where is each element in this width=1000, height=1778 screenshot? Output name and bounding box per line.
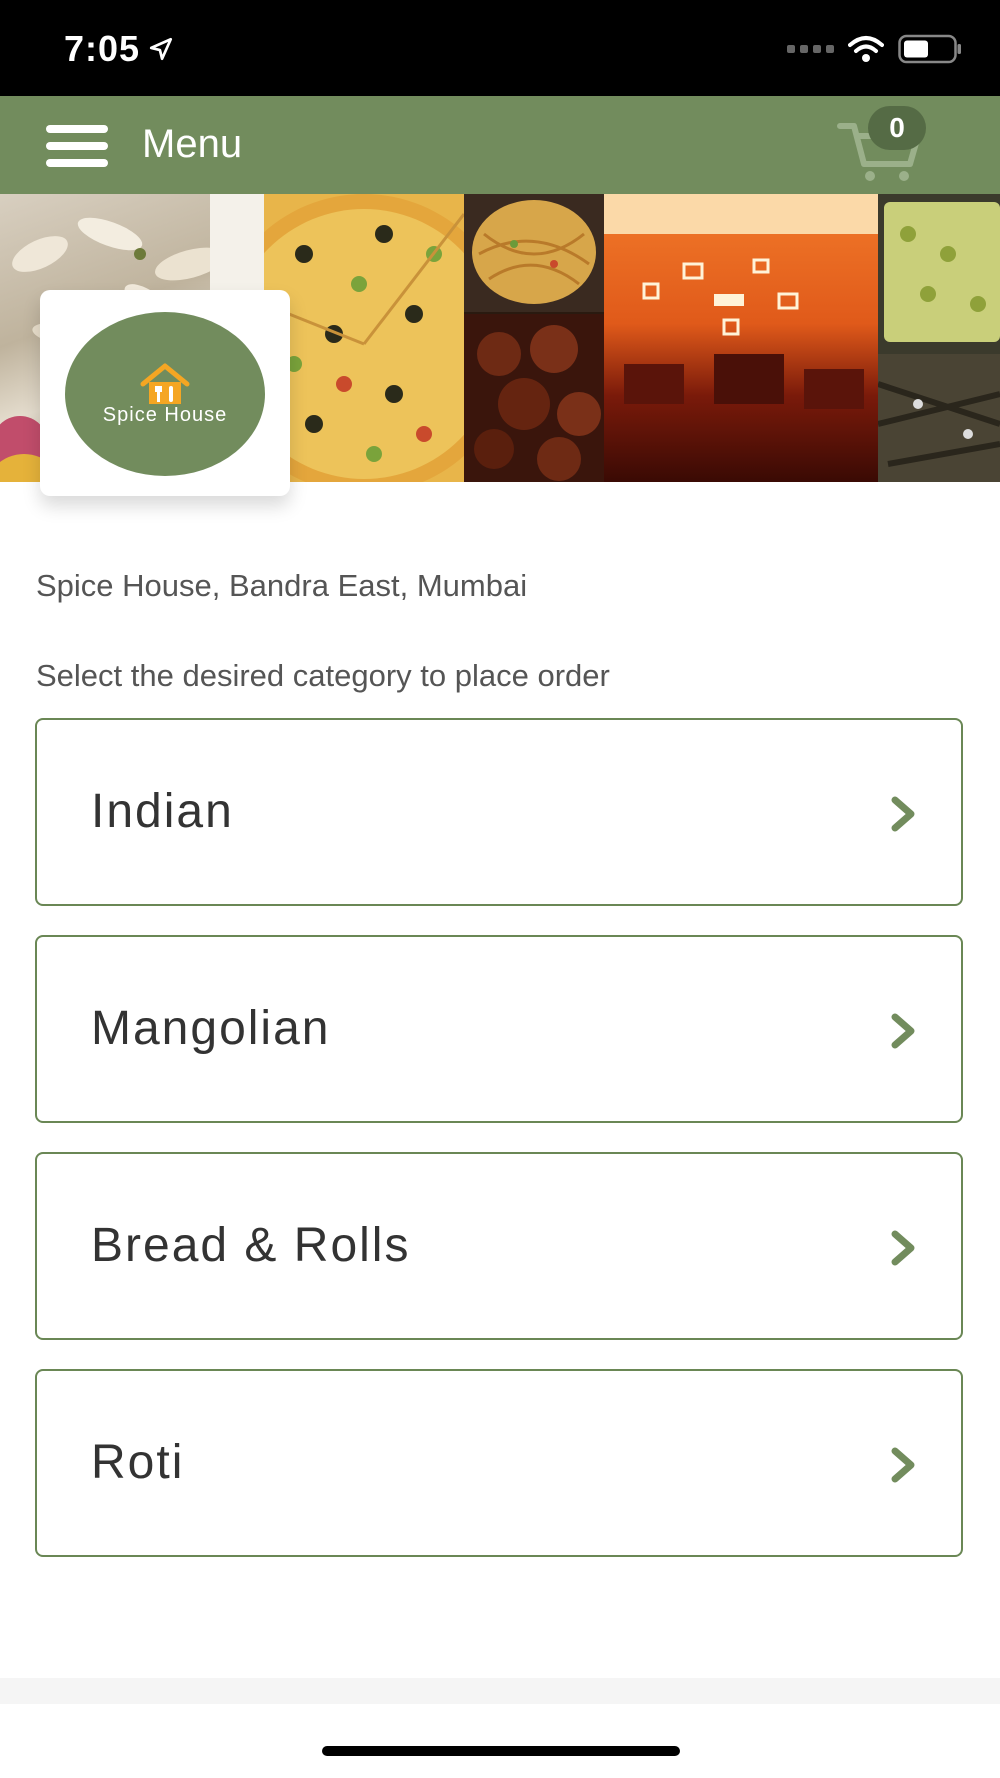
cart-count-badge[interactable]: 0: [868, 106, 926, 150]
status-icons: [787, 34, 962, 64]
category-item-bread-rolls[interactable]: Bread & Rolls: [35, 1152, 963, 1340]
category-instruction: Select the desired category to place ord…: [36, 658, 610, 693]
noodles-manchurian-photo: [464, 194, 604, 482]
category-label: Roti: [91, 1436, 185, 1489]
restaurant-interior-photo: [604, 194, 878, 409]
dish-tray-photo: [878, 202, 1000, 482]
battery-icon: [898, 34, 961, 64]
footer-strip: [0, 1678, 1000, 1704]
chevron-right-icon: [891, 1230, 915, 1266]
chevron-right-icon: [891, 1447, 915, 1483]
status-time-text: 7:05: [64, 28, 141, 69]
wifi-icon: [848, 36, 884, 62]
app-header: Menu: [0, 96, 1000, 194]
status-bar: 7:05: [0, 0, 1000, 96]
house-fork-icon: [140, 363, 190, 404]
hamburger-icon[interactable]: [46, 125, 108, 167]
restaurant-address: Spice House, Bandra East, Mumbai: [36, 568, 528, 603]
category-label: Indian: [91, 785, 234, 838]
logo-text: Spice House: [102, 404, 228, 426]
home-indicator[interactable]: [322, 1746, 680, 1756]
location-arrow-icon: [149, 37, 173, 61]
restaurant-logo-card: Spice House: [40, 290, 290, 496]
header-title: Menu: [142, 122, 243, 166]
chevron-right-icon: [891, 1013, 915, 1049]
category-label: Mangolian: [91, 1002, 331, 1055]
chevron-right-icon: [891, 796, 915, 832]
restaurant-logo: Spice House: [65, 312, 265, 476]
category-item-mangolian[interactable]: Mangolian: [35, 935, 963, 1123]
status-time: 7:05: [64, 28, 174, 70]
pizza-photo: [264, 194, 464, 482]
category-item-indian[interactable]: Indian: [35, 718, 963, 906]
category-item-roti[interactable]: Roti: [35, 1369, 963, 1557]
signal-icon: [787, 45, 834, 53]
category-label: Bread & Rolls: [91, 1219, 411, 1272]
